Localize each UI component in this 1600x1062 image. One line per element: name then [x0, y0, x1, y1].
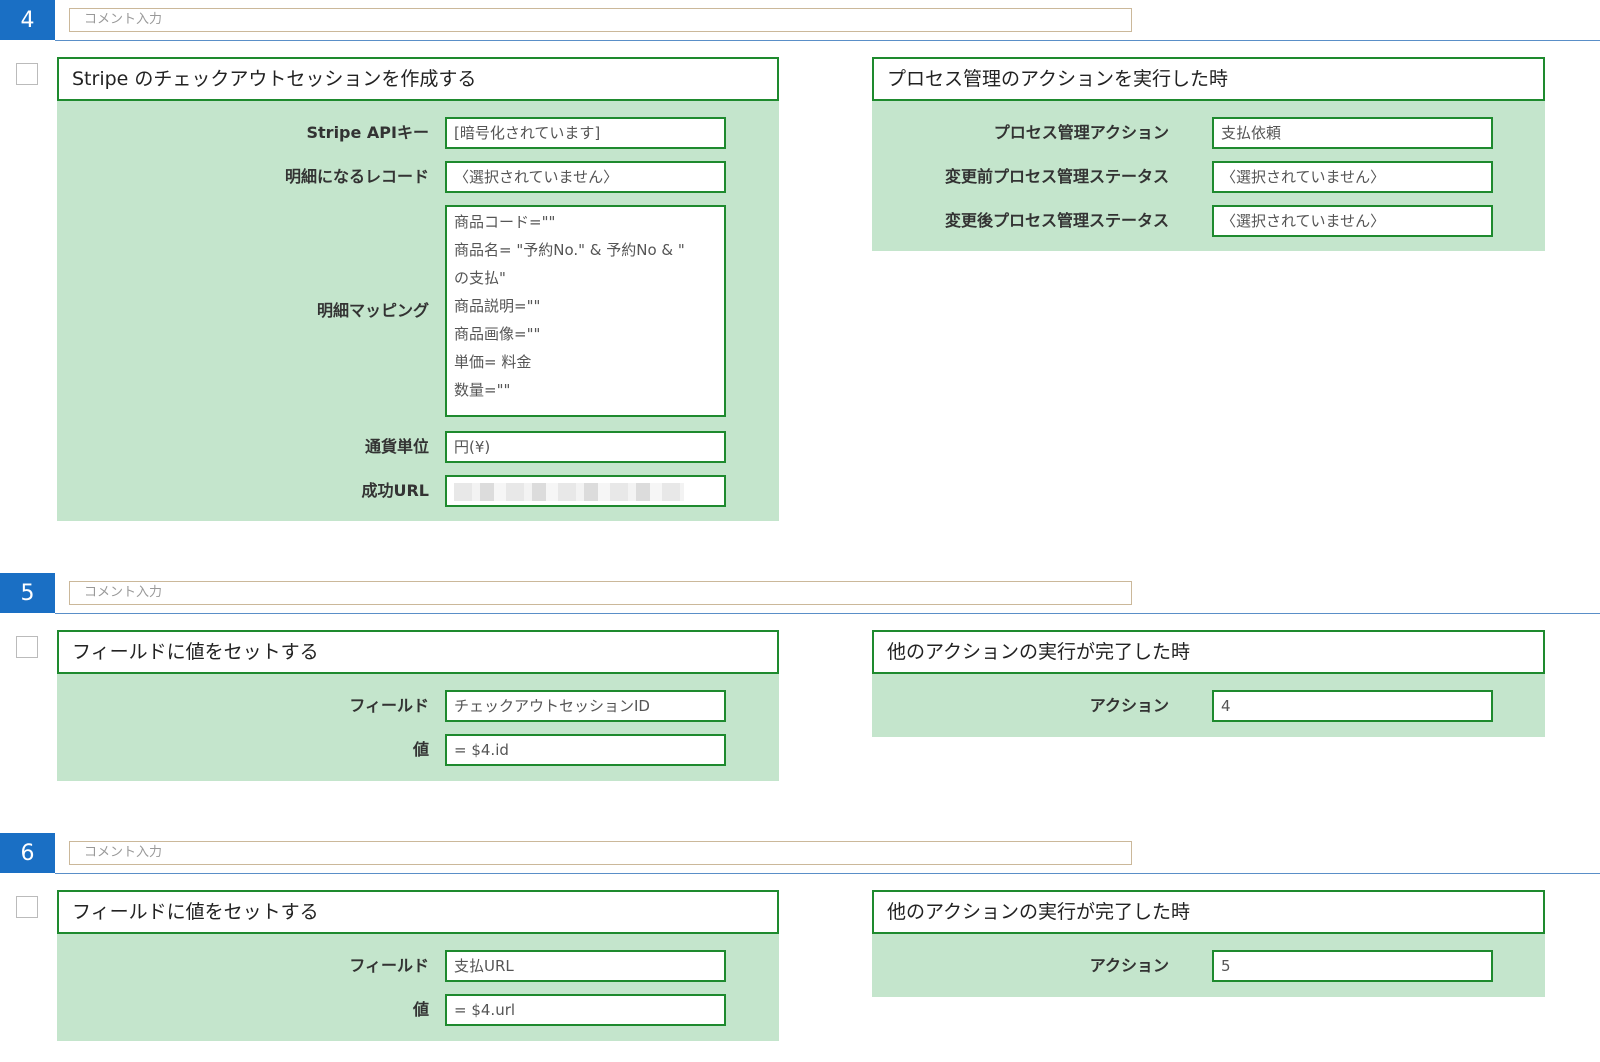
- trigger-panel: プロセス管理のアクションを実行した時 プロセス管理アクション 支払依頼 変更前プ…: [872, 57, 1545, 251]
- step-4: 4 コメント入力 Stripe のチェックアウトセッションを作成する Strip…: [0, 0, 1600, 521]
- detail-mapping-textarea[interactable]: 商品コード="" 商品名= "予約No." & 予約No & " の支払" 商品…: [445, 205, 726, 417]
- process-action-select[interactable]: 支払依頼: [1212, 117, 1493, 149]
- mapping-line: 商品コード="": [454, 213, 556, 231]
- action-panel: フィールドに値をセットする フィールド 支払URL 値 = $4.url: [57, 890, 779, 1041]
- field-label: 明細になるレコード: [284, 167, 429, 186]
- field-row: フィールド 支払URL: [57, 950, 779, 982]
- field-label: 変更後プロセス管理ステータス: [944, 211, 1169, 230]
- action-title[interactable]: Stripe のチェックアウトセッションを作成する: [57, 57, 779, 101]
- field-row: 明細マッピング 商品コード="" 商品名= "予約No." & 予約No & "…: [57, 205, 779, 417]
- field-label: 成功URL: [361, 481, 429, 500]
- trigger-panel: 他のアクションの実行が完了した時 アクション 5: [872, 890, 1545, 997]
- field-select[interactable]: チェックアウトセッションID: [445, 690, 726, 722]
- field-select[interactable]: 支払URL: [445, 950, 726, 982]
- comment-input[interactable]: コメント入力: [69, 8, 1132, 32]
- action-select[interactable]: 5: [1212, 950, 1493, 982]
- step-divider: [55, 40, 1600, 41]
- step-number-badge: 5: [0, 573, 55, 613]
- field-row: 値 = $4.url: [57, 994, 779, 1026]
- field-label: フィールド: [349, 696, 429, 715]
- field-label: 値: [412, 740, 429, 759]
- step-number-badge: 6: [0, 833, 55, 873]
- currency-field[interactable]: 円(¥): [445, 431, 726, 463]
- mapping-line: 商品名= "予約No." & 予約No & ": [454, 241, 685, 259]
- field-row: アクション 4: [872, 690, 1545, 722]
- trigger-panel: 他のアクションの実行が完了した時 アクション 4: [872, 630, 1545, 737]
- action-panel: Stripe のチェックアウトセッションを作成する Stripe APIキー […: [57, 57, 779, 521]
- field-row: 変更前プロセス管理ステータス 〈選択されていません〉: [872, 161, 1545, 193]
- trigger-title[interactable]: 他のアクションの実行が完了した時: [872, 890, 1545, 934]
- field-label: 変更前プロセス管理ステータス: [944, 167, 1169, 186]
- field-row: 変更後プロセス管理ステータス 〈選択されていません〉: [872, 205, 1545, 237]
- success-url-field[interactable]: [445, 475, 726, 507]
- step-checkbox[interactable]: [16, 63, 38, 85]
- status-before-select[interactable]: 〈選択されていません〉: [1212, 161, 1493, 193]
- step-checkbox[interactable]: [16, 896, 38, 918]
- mapping-line: 商品画像="": [454, 325, 541, 343]
- detail-record-select[interactable]: 〈選択されていません〉: [445, 161, 726, 193]
- action-panel: フィールドに値をセットする フィールド チェックアウトセッションID 値 = $…: [57, 630, 779, 781]
- step-divider: [55, 873, 1600, 874]
- step-number-badge: 4: [0, 0, 55, 40]
- field-label: 明細マッピング: [316, 301, 429, 320]
- redacted-value: [454, 482, 684, 501]
- field-row: 値 = $4.id: [57, 734, 779, 766]
- field-row: 成功URL: [57, 475, 779, 507]
- field-row: フィールド チェックアウトセッションID: [57, 690, 779, 722]
- action-title[interactable]: フィールドに値をセットする: [57, 890, 779, 934]
- step-6: 6 コメント入力 フィールドに値をセットする フィールド 支払URL 値 = $…: [0, 833, 1600, 1043]
- step-divider: [55, 613, 1600, 614]
- field-row: アクション 5: [872, 950, 1545, 982]
- stripe-api-key-field[interactable]: [暗号化されています]: [445, 117, 726, 149]
- step-checkbox[interactable]: [16, 636, 38, 658]
- action-select[interactable]: 4: [1212, 690, 1493, 722]
- value-field[interactable]: = $4.url: [445, 994, 726, 1026]
- step-5: 5 コメント入力 フィールドに値をセットする フィールド チェックアウトセッショ…: [0, 573, 1600, 783]
- field-row: 明細になるレコード 〈選択されていません〉: [57, 161, 779, 193]
- trigger-title[interactable]: プロセス管理のアクションを実行した時: [872, 57, 1545, 101]
- mapping-line: 単価= 料金: [454, 353, 532, 371]
- trigger-title[interactable]: 他のアクションの実行が完了した時: [872, 630, 1545, 674]
- comment-input[interactable]: コメント入力: [69, 841, 1132, 865]
- field-label: 通貨単位: [364, 437, 429, 456]
- field-label: 値: [412, 1000, 429, 1019]
- field-row: プロセス管理アクション 支払依頼: [872, 117, 1545, 149]
- field-label: アクション: [1089, 696, 1169, 715]
- action-title[interactable]: フィールドに値をセットする: [57, 630, 779, 674]
- field-label: Stripe APIキー: [306, 123, 430, 142]
- field-row: Stripe APIキー [暗号化されています]: [57, 117, 779, 149]
- mapping-line: の支払": [454, 269, 506, 287]
- mapping-line: 数量="": [454, 381, 511, 399]
- mapping-line: 商品説明="": [454, 297, 541, 315]
- field-label: フィールド: [349, 956, 429, 975]
- status-after-select[interactable]: 〈選択されていません〉: [1212, 205, 1493, 237]
- field-row: 通貨単位 円(¥): [57, 431, 779, 463]
- field-label: プロセス管理アクション: [993, 123, 1169, 142]
- value-field[interactable]: = $4.id: [445, 734, 726, 766]
- field-label: アクション: [1089, 956, 1169, 975]
- comment-input[interactable]: コメント入力: [69, 581, 1132, 605]
